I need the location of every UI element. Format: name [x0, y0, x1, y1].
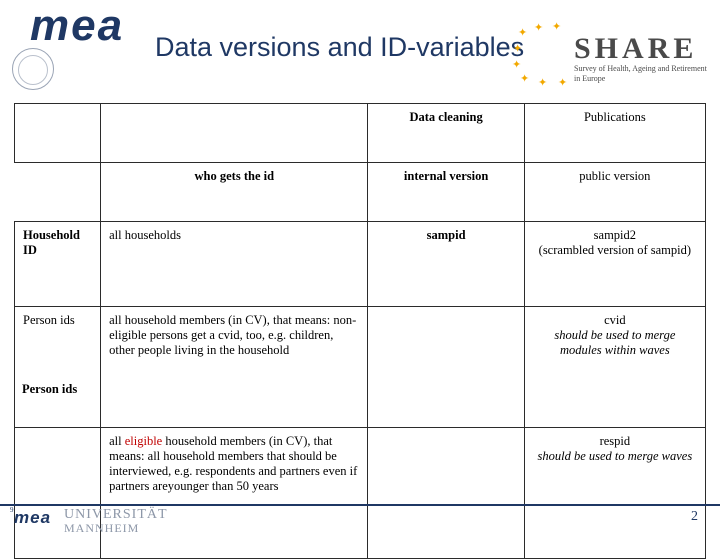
university-wordmark: UNIVERSITÄT MANNHEIM — [64, 507, 168, 535]
row-label-household-id: Household ID — [13, 221, 102, 307]
cell-respid-who-highlight: eligible — [124, 434, 163, 448]
row-label-person-ids-overlay: Person ids — [22, 382, 78, 396]
cell-household-internal: sampid — [367, 221, 525, 307]
header-cell-empty-1 — [13, 103, 102, 163]
cell-cvid-who: all household members (in CV), that mean… — [100, 306, 369, 428]
page-title: Data versions and ID-variables — [155, 32, 525, 62]
table-subheader-row: who gets the id internal version public … — [13, 162, 707, 222]
cell-cvid-internal — [367, 306, 525, 428]
cell-household-public-id: sampid2 — [593, 228, 637, 242]
row-label-empty: Person ids — [13, 306, 102, 428]
university-line-2: MANNHEIM — [64, 521, 140, 535]
cell-respid-public-id: respid — [599, 434, 631, 448]
cell-household-public: sampid2 (scrambled version of sampid) — [523, 221, 707, 307]
cell-cvid-public-note: should be used to merge modules within w… — [554, 328, 676, 357]
share-wordmark: SHARE — [574, 32, 698, 65]
table-row-respid: all eligible household members (in CV), … — [13, 427, 707, 559]
row-label-person-ids — [13, 427, 102, 559]
footer-divider — [0, 504, 720, 506]
university-line-1: UNIVERSITÄT — [64, 507, 168, 522]
data-versions-table: Data cleaning Publications who gets the … — [13, 103, 707, 559]
table-row-household-id: Household ID all households sampid sampi… — [13, 221, 707, 307]
cell-household-public-note: (scrambled version of sampid) — [538, 243, 692, 257]
cell-cvid-public-id: cvid — [604, 313, 626, 327]
footer-mea-logo: mea — [14, 508, 52, 527]
share-subtitle: Survey of Health, Ageing and Retirement … — [574, 64, 707, 83]
share-logo: ✦ ✦ ✦ ✦ ✦ ✦ ✦ ✦ SHARE Survey of Health, … — [512, 22, 712, 89]
page-number: 2 — [691, 509, 698, 524]
slide-header: mea Data versions and ID-variables ✦ ✦ ✦… — [0, 0, 720, 95]
university-seal-icon — [12, 48, 54, 90]
subheader-internal-version: internal version — [367, 162, 525, 222]
subheader-public-version: public version — [523, 162, 707, 222]
cell-household-who: all households — [100, 221, 369, 307]
header-cell-empty-2 — [100, 103, 369, 163]
cell-respid-public: respid should be used to merge waves — [523, 427, 707, 559]
table-header-row: Data cleaning Publications — [13, 103, 707, 163]
cell-respid-who: all eligible household members (in CV), … — [100, 427, 369, 559]
footer-mark: 9 — [10, 506, 14, 514]
table-row-cvid: Person ids all household members (in CV)… — [13, 306, 707, 428]
subheader-who-gets-id: who gets the id — [100, 162, 369, 222]
cell-respid-internal — [367, 427, 525, 559]
cell-cvid-public: cvid should be used to merge modules wit… — [523, 306, 707, 428]
header-cell-data-cleaning: Data cleaning — [367, 103, 525, 163]
mea-logo: mea — [30, 1, 125, 50]
cell-respid-public-note: should be used to merge waves — [537, 449, 693, 463]
cell-respid-who-pre: all — [109, 434, 125, 448]
subheader-cell-empty — [13, 162, 102, 222]
header-cell-publications: Publications — [523, 103, 707, 163]
